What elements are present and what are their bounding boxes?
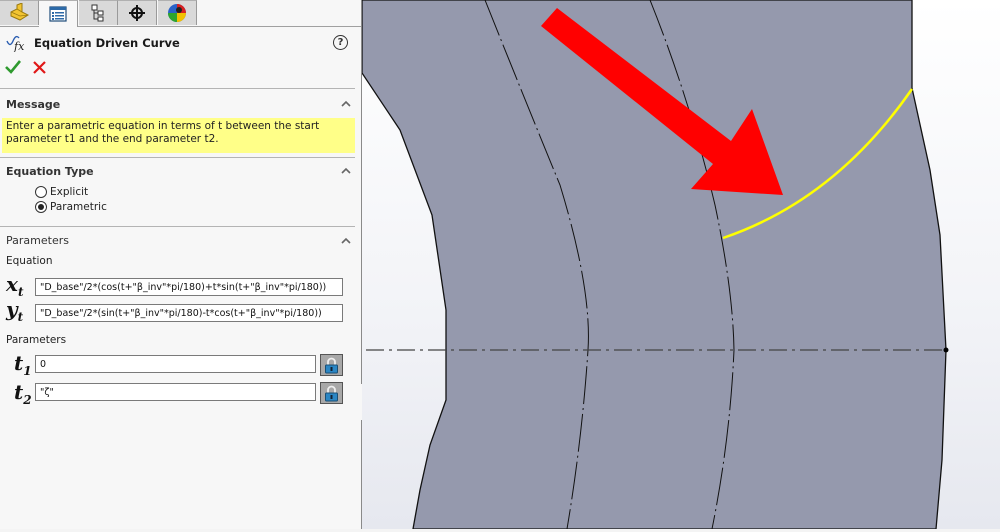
panel-title: Equation Driven Curve <box>34 36 180 50</box>
ok-check-icon[interactable] <box>5 60 21 74</box>
xt-symbol: xt <box>6 272 24 299</box>
svg-text:fx: fx <box>13 40 25 52</box>
divider <box>0 157 355 158</box>
centerline-endpoint[interactable] <box>943 347 949 353</box>
radio-parametric[interactable]: Parametric <box>35 201 107 213</box>
tab-configuration-manager[interactable] <box>79 0 118 25</box>
t2-symbol: t2 <box>14 380 32 407</box>
graphics-viewport[interactable] <box>361 0 1000 530</box>
tab-dimxpert-manager[interactable] <box>118 0 157 25</box>
radio-label: Explicit <box>50 186 89 198</box>
tab-feature-manager[interactable] <box>0 0 39 25</box>
t2-lock-button[interactable] <box>320 382 343 404</box>
part-icon <box>10 3 30 21</box>
divider <box>0 226 355 227</box>
divider <box>0 88 355 89</box>
lock-icon <box>325 357 338 373</box>
yt-symbol: yt <box>6 297 24 324</box>
equation-label: Equation <box>6 255 53 267</box>
message-section-title: Message <box>6 98 61 111</box>
collapse-equation-type-icon[interactable] <box>341 166 351 174</box>
t1-input[interactable]: 0 <box>35 355 316 373</box>
equation-type-section-title: Equation Type <box>6 165 94 178</box>
property-manager-panel: fx Equation Driven Curve ? Message Enter… <box>0 0 362 529</box>
configuration-tree-icon <box>91 4 104 22</box>
cancel-x-icon[interactable] <box>33 61 46 74</box>
tab-display-manager[interactable] <box>158 0 197 25</box>
crosshair-icon <box>129 5 145 21</box>
t2-input[interactable]: "ζ" <box>35 383 316 401</box>
yt-equation-input[interactable]: "D_base"/2*(sin(t+"β_inv"*pi/180)-t*cos(… <box>35 304 343 322</box>
radio-explicit[interactable]: Explicit <box>35 186 88 198</box>
tab-property-manager[interactable] <box>39 0 78 27</box>
t1-symbol: t1 <box>14 351 32 378</box>
parameters-label: Parameters <box>6 334 67 346</box>
radio-label: Parametric <box>50 201 107 213</box>
t1-lock-button[interactable] <box>320 354 343 376</box>
radio-button-selected[interactable] <box>35 201 47 213</box>
radio-button[interactable] <box>35 186 47 198</box>
help-icon[interactable]: ? <box>333 35 348 50</box>
appearance-ball-icon <box>168 4 186 22</box>
lock-icon <box>325 385 338 401</box>
xt-equation-input[interactable]: "D_base"/2*(cos(t+"β_inv"*pi/180)+t*sin(… <box>35 278 343 296</box>
parameters-section-title: Parameters <box>6 234 69 247</box>
collapse-parameters-icon[interactable] <box>341 236 351 244</box>
manager-tab-bar <box>0 0 361 27</box>
model-canvas[interactable] <box>361 0 1000 530</box>
panel-title-row: fx Equation Driven Curve <box>6 34 180 52</box>
property-list-icon <box>49 6 67 22</box>
message-text: Enter a parametric equation in terms of … <box>2 118 355 153</box>
gear-tooth-body[interactable] <box>361 0 947 530</box>
collapse-message-icon[interactable] <box>341 99 351 107</box>
fx-curve-icon: fx <box>6 35 25 52</box>
